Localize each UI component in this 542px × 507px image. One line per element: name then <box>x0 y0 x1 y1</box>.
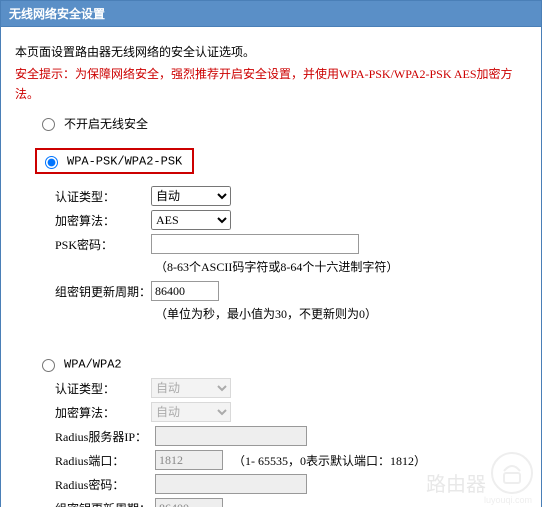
intro-text: 本页面设置路由器无线网络的安全认证选项。 <box>15 43 527 60</box>
wpa-rekey-label: 组密钥更新周期： <box>55 500 155 507</box>
option-psk-row: WPA-PSK/WPA2-PSK <box>35 148 194 174</box>
radius-port-label: Radius端口： <box>55 452 155 469</box>
panel-title: 无线网络安全设置 <box>0 0 542 27</box>
wpa-rekey-input[interactable] <box>155 498 223 507</box>
wpa-fields: 认证类型： 自动 加密算法： 自动 Radius服务器IP： Radius端口：… <box>55 378 527 507</box>
wpa-enc-label: 加密算法： <box>55 404 151 421</box>
wpa-auth-label: 认证类型： <box>55 380 151 397</box>
wpa-auth-select[interactable]: 自动 <box>151 378 231 398</box>
radius-port-input[interactable] <box>155 450 223 470</box>
psk-enc-label: 加密算法： <box>55 212 151 229</box>
psk-fields: 认证类型： 自动 加密算法： AES PSK密码： （8-63个ASCII码字符… <box>55 186 527 322</box>
panel-body: 本页面设置路由器无线网络的安全认证选项。 安全提示：为保障网络安全，强烈推荐开启… <box>0 27 542 507</box>
psk-password-input[interactable] <box>151 234 359 254</box>
psk-rekey-label: 组密钥更新周期： <box>55 283 151 300</box>
radio-wpa[interactable] <box>42 359 55 372</box>
psk-rekey-input[interactable] <box>151 281 219 301</box>
radio-none-label: 不开启无线安全 <box>64 117 148 131</box>
psk-enc-select[interactable]: AES <box>151 210 231 230</box>
radius-ip-input[interactable] <box>155 426 307 446</box>
psk-password-label: PSK密码： <box>55 236 151 253</box>
radio-wpa-label: WPA/WPA2 <box>64 357 122 371</box>
psk-auth-select[interactable]: 自动 <box>151 186 231 206</box>
radius-pwd-label: Radius密码： <box>55 476 155 493</box>
psk-password-hint: （8-63个ASCII码字符或8-64个十六进制字符） <box>155 258 527 275</box>
radio-none[interactable] <box>42 118 55 131</box>
radius-pwd-input[interactable] <box>155 474 307 494</box>
radio-psk-label: WPA-PSK/WPA2-PSK <box>67 154 182 168</box>
watermark-sub: luyouqi.com <box>484 495 532 505</box>
option-none-row: 不开启无线安全 <box>37 115 527 132</box>
wpa-enc-select[interactable]: 自动 <box>151 402 231 422</box>
radius-ip-label: Radius服务器IP： <box>55 428 155 445</box>
security-warning: 安全提示：为保障网络安全，强烈推荐开启安全设置，并使用WPA-PSK/WPA2-… <box>15 64 527 105</box>
radio-psk[interactable] <box>45 156 58 169</box>
radius-port-hint: （1- 65535，0表示默认端口：1812） <box>233 452 426 469</box>
psk-auth-label: 认证类型： <box>55 188 151 205</box>
psk-rekey-hint: （单位为秒，最小值为30，不更新则为0） <box>155 305 527 322</box>
option-wpa-row: WPA/WPA2 <box>37 356 527 372</box>
